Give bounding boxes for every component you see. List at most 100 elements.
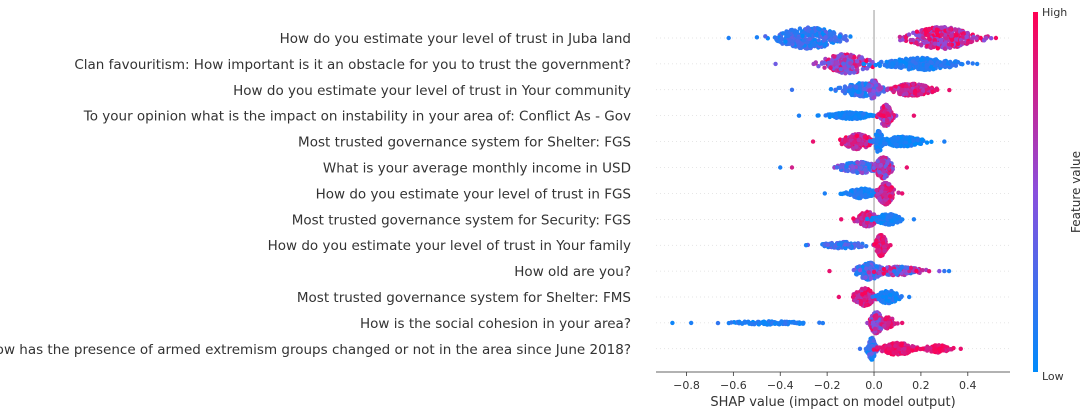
shap-point (863, 275, 868, 280)
feature-label: Most trusted governance system for Secur… (292, 212, 631, 228)
shap-point (949, 33, 954, 39)
shap-point (749, 321, 755, 327)
shap-point (930, 89, 935, 94)
shap-point (823, 113, 828, 118)
shap-point (932, 57, 938, 63)
shap-point (862, 86, 867, 92)
shap-point (892, 269, 897, 274)
shap-point (833, 111, 839, 117)
shap-point (880, 299, 886, 305)
shap-point (848, 61, 853, 66)
shap-point (872, 326, 878, 332)
shap-point (837, 85, 843, 91)
shap-point (938, 63, 943, 68)
shap-point (842, 87, 847, 92)
shap-point (880, 237, 886, 242)
shap-point (910, 81, 916, 87)
shap-point-outlier (899, 191, 905, 196)
shap-point (887, 350, 892, 355)
shap-point (908, 37, 913, 43)
shap-point (800, 33, 805, 39)
shap-point (849, 134, 854, 139)
shap-point-outlier (904, 165, 910, 170)
shap-point (876, 244, 881, 249)
shap-point (902, 346, 907, 351)
shap-point (870, 320, 876, 325)
shap-point (882, 141, 887, 146)
shap-point (932, 41, 938, 46)
shap-point (888, 187, 893, 192)
shap-point (890, 137, 896, 143)
shap-point (890, 60, 895, 66)
shap-point (868, 276, 874, 281)
shap-point (825, 242, 831, 248)
shap-point (939, 32, 944, 37)
shap-point (898, 143, 903, 149)
shap-point (877, 86, 883, 92)
shap-point (947, 87, 952, 93)
shap-point (817, 41, 823, 47)
shap-point (918, 42, 924, 47)
shap-point (920, 137, 925, 142)
shap-point (903, 35, 909, 40)
shap-point (862, 286, 868, 291)
shap-point (853, 84, 859, 89)
shap-point (763, 34, 768, 39)
shap-point (844, 164, 849, 169)
shap-point (885, 111, 890, 116)
shap-point (838, 191, 843, 197)
shap-point-outlier (810, 139, 816, 144)
shap-point (881, 266, 887, 272)
feature-label: How old are you? (514, 264, 631, 280)
shap-point (923, 39, 929, 44)
shap-point-outlier (778, 165, 783, 170)
shap-point (857, 114, 862, 119)
shap-point (871, 269, 877, 275)
shap-point (965, 60, 971, 65)
shap-point (763, 321, 769, 326)
shap-point-outlier (946, 268, 952, 274)
shap-point (823, 34, 828, 40)
shap-point (970, 61, 975, 66)
shap-point (931, 66, 936, 72)
shap-point (834, 60, 839, 66)
shap-point (834, 165, 840, 170)
shap-point (833, 87, 838, 93)
shap-point (848, 34, 853, 39)
shap-point (872, 79, 877, 85)
shap-point (886, 182, 891, 187)
shap-point (934, 27, 940, 32)
shap-point (923, 29, 929, 34)
shap-point (836, 53, 841, 59)
shap-point (866, 270, 871, 275)
shap-point (863, 302, 869, 308)
shap-point (742, 319, 747, 324)
shap-point (888, 214, 893, 219)
shap-point (832, 38, 838, 43)
shap-point (881, 159, 886, 164)
shap-point (791, 320, 796, 325)
shap-point (878, 189, 884, 194)
shap-point (900, 83, 905, 88)
shap-point (904, 57, 910, 62)
shap-point (848, 245, 853, 250)
shap-point (796, 43, 802, 49)
shap-point-outlier (773, 61, 778, 67)
shap-point (822, 65, 827, 70)
shap-point (851, 139, 857, 145)
shap-point (783, 321, 788, 327)
shap-point (914, 268, 919, 274)
shap-point (858, 299, 864, 305)
shap-point (895, 321, 900, 326)
shap-point (840, 61, 846, 66)
shap-point (871, 338, 877, 344)
shap-point (826, 60, 831, 66)
shap-point (959, 40, 965, 45)
shap-point (729, 320, 734, 325)
shap-point (864, 216, 870, 222)
shap-point (913, 61, 918, 66)
shap-point (912, 90, 918, 96)
shap-point (773, 35, 779, 41)
shap-point (953, 27, 958, 32)
shap-point (845, 168, 851, 174)
